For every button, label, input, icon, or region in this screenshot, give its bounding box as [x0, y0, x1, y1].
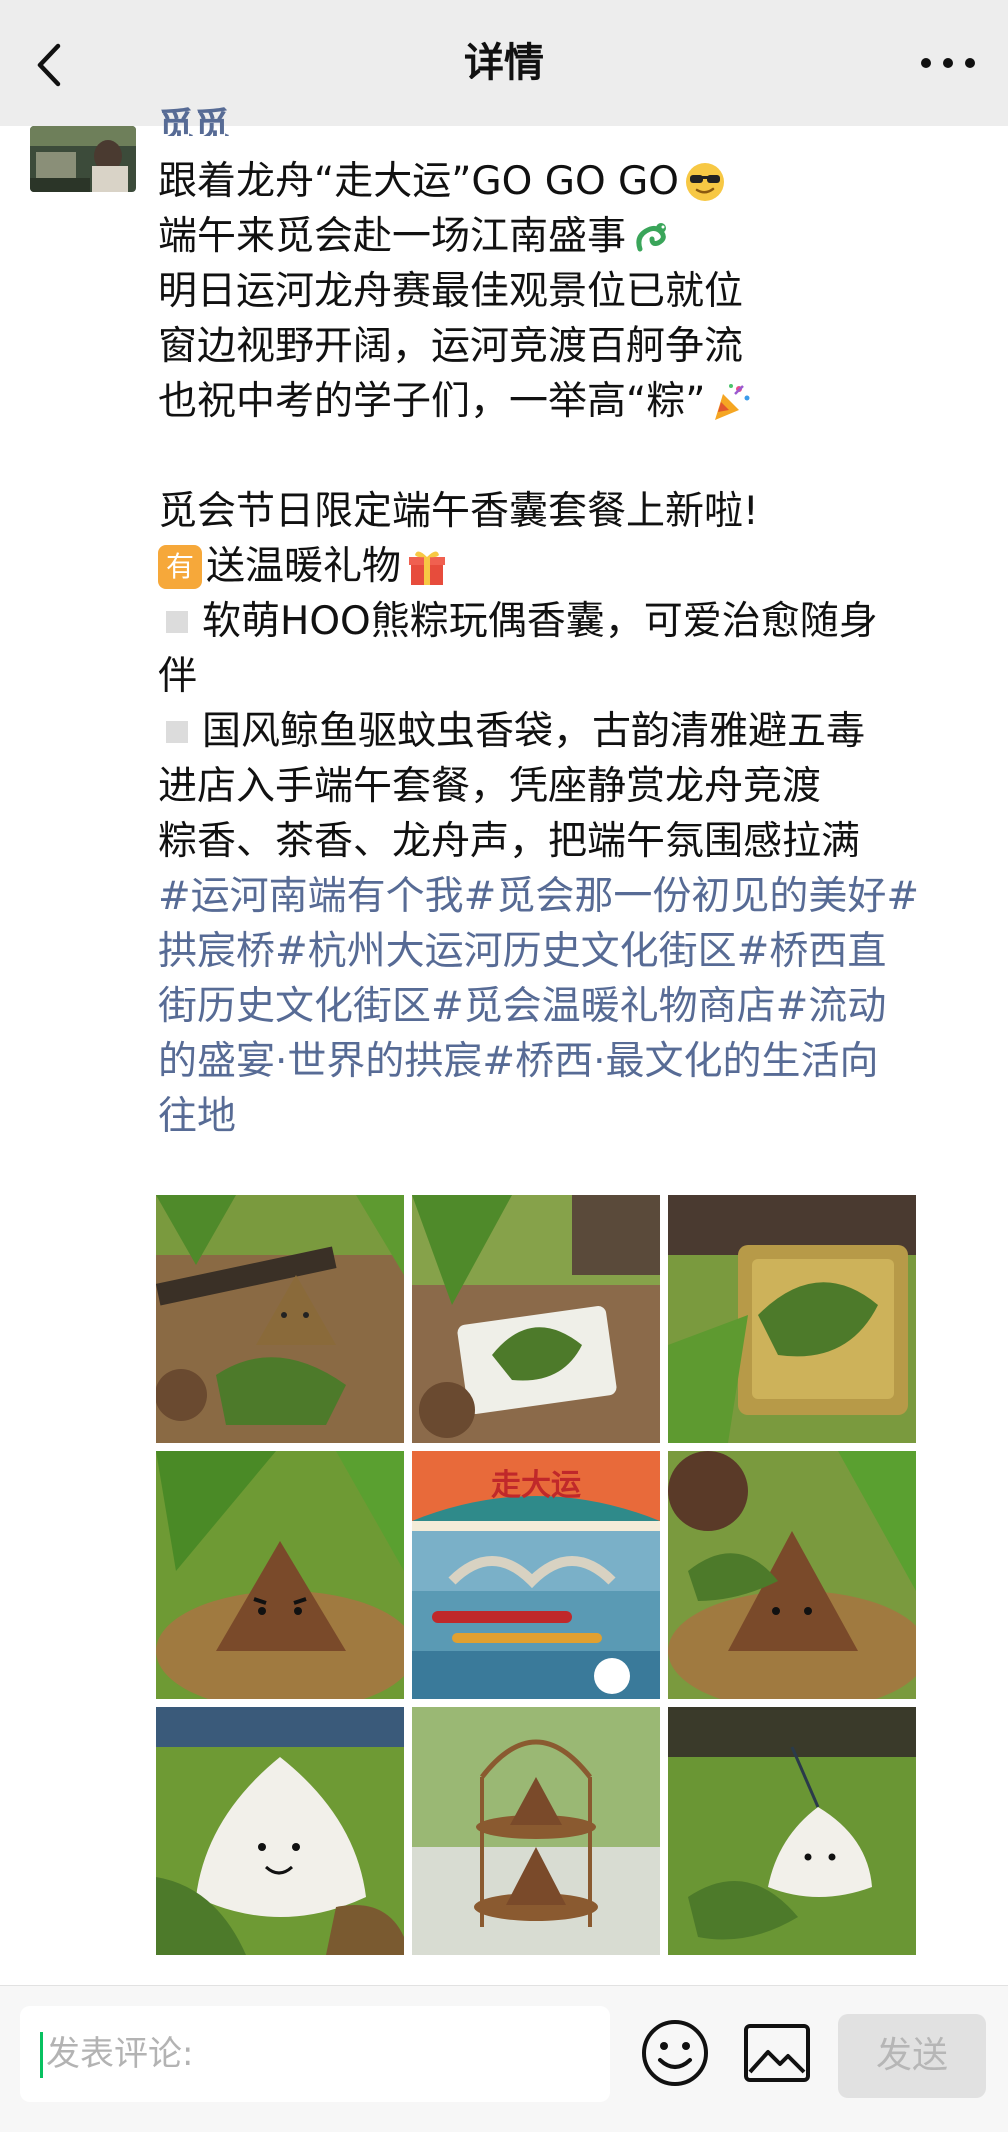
send-button[interactable]: 发送: [838, 2014, 986, 2098]
bullet-square-icon: [166, 610, 188, 633]
hashtag-line[interactable]: 街历史文化街区#觅会温暖礼物商店#流动: [158, 979, 978, 1034]
you-badge-icon: 有: [158, 544, 202, 589]
smiley-icon: [642, 2020, 708, 2086]
hashtag-line[interactable]: 往地: [158, 1089, 978, 1144]
post-line: 软萌HOO熊粽玩偶香囊，可爱治愈随身: [158, 594, 978, 649]
post-line: 端午来觅会赴一场江南盛事: [158, 209, 978, 264]
more-dots-icon: [921, 58, 975, 68]
photo-zongzi-plush-on-wood[interactable]: [156, 1195, 404, 1443]
bullet-square-icon: [166, 720, 188, 743]
post-line: 窗边视野开阔，运河竞渡百舸争流: [158, 324, 744, 369]
hashtag-line[interactable]: 的盛宴·世界的拱宸#桥西·最文化的生活向: [158, 1034, 978, 1089]
post-line: 粽香、茶香、龙舟声，把端午氛围感拉满: [158, 819, 861, 864]
page-title: 详情: [464, 40, 544, 86]
post-line: 跟着龙舟“走大运”GO GO GO: [158, 154, 978, 209]
photo-white-zongzi-hanging[interactable]: [668, 1707, 916, 1955]
sunglasses-emoji-icon: [685, 162, 724, 201]
emoji-button[interactable]: [640, 2018, 710, 2088]
hashtag-line[interactable]: #运河南端有个我#觅会那一份初见的美好#: [158, 869, 978, 924]
post-line: 觅会节日限定端午香囊套餐上新啦!: [158, 489, 759, 534]
avatar[interactable]: [30, 126, 136, 192]
more-button[interactable]: [918, 46, 978, 80]
post-line: 国风鲸鱼驱蚊虫香袋，古韵清雅避五毒: [158, 704, 978, 759]
post-line: 有 送温暖礼物: [158, 539, 978, 594]
party-popper-emoji-icon: [715, 383, 750, 420]
gift-emoji-icon: [409, 550, 446, 585]
post-body: 跟着龙舟“走大运”GO GO GO 端午来觅会赴一场江南盛事 明日运河龙舟赛最佳…: [158, 154, 978, 1144]
photo-white-zongzi-plush[interactable]: [156, 1707, 404, 1955]
post-line: 伴: [158, 654, 198, 699]
photo-dragon-boat-poster[interactable]: 走大运: [412, 1451, 660, 1699]
nav-bar: 详情: [0, 0, 1008, 126]
post-line: 进店入手端午套餐，凭座静赏龙舟竞渡: [158, 764, 822, 809]
photo-brown-zongzi-plush[interactable]: [156, 1451, 404, 1699]
comment-bar: 发表评论: 发送: [0, 1985, 1008, 2132]
photo-zongzi-in-box[interactable]: [668, 1195, 916, 1443]
post-line: 明日运河龙舟赛最佳观景位已就位: [158, 269, 744, 314]
image-button[interactable]: [742, 2022, 812, 2084]
comment-placeholder: 发表评论:: [46, 2034, 194, 2074]
poster-title: 走大运: [491, 1468, 581, 1503]
photo-grid: 走大运: [156, 1195, 918, 1957]
photo-zongzi-in-tray[interactable]: [412, 1195, 660, 1443]
hashtag-line[interactable]: 拱宸桥#杭州大运河历史文化街区#桥西直: [158, 924, 978, 979]
photo-zongzi-plush-basket[interactable]: [668, 1451, 916, 1699]
post-line: 也祝中考的学子们，一举高“粽”: [158, 374, 978, 429]
dragon-emoji-icon: [636, 222, 667, 251]
photo-zongzi-tiered-stand[interactable]: [412, 1707, 660, 1955]
text-caret: [40, 2032, 43, 2078]
image-icon: [744, 2024, 810, 2082]
author-name[interactable]: 觅觅: [158, 102, 458, 136]
comment-input[interactable]: 发表评论:: [20, 2006, 610, 2102]
